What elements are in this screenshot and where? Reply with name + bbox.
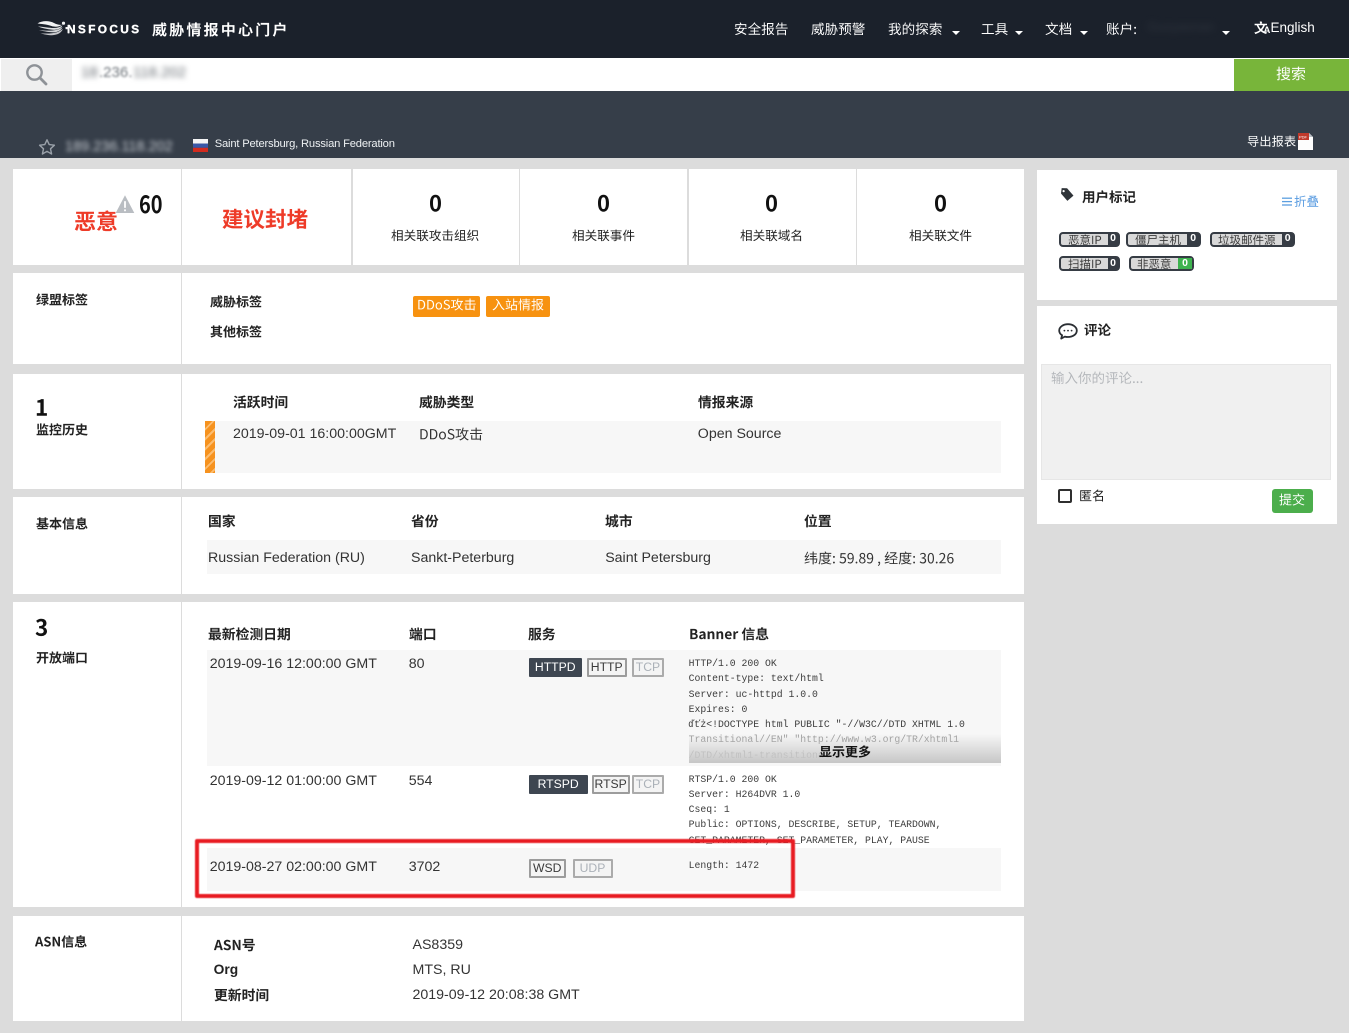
svg-text:PDF: PDF bbox=[1299, 134, 1308, 139]
